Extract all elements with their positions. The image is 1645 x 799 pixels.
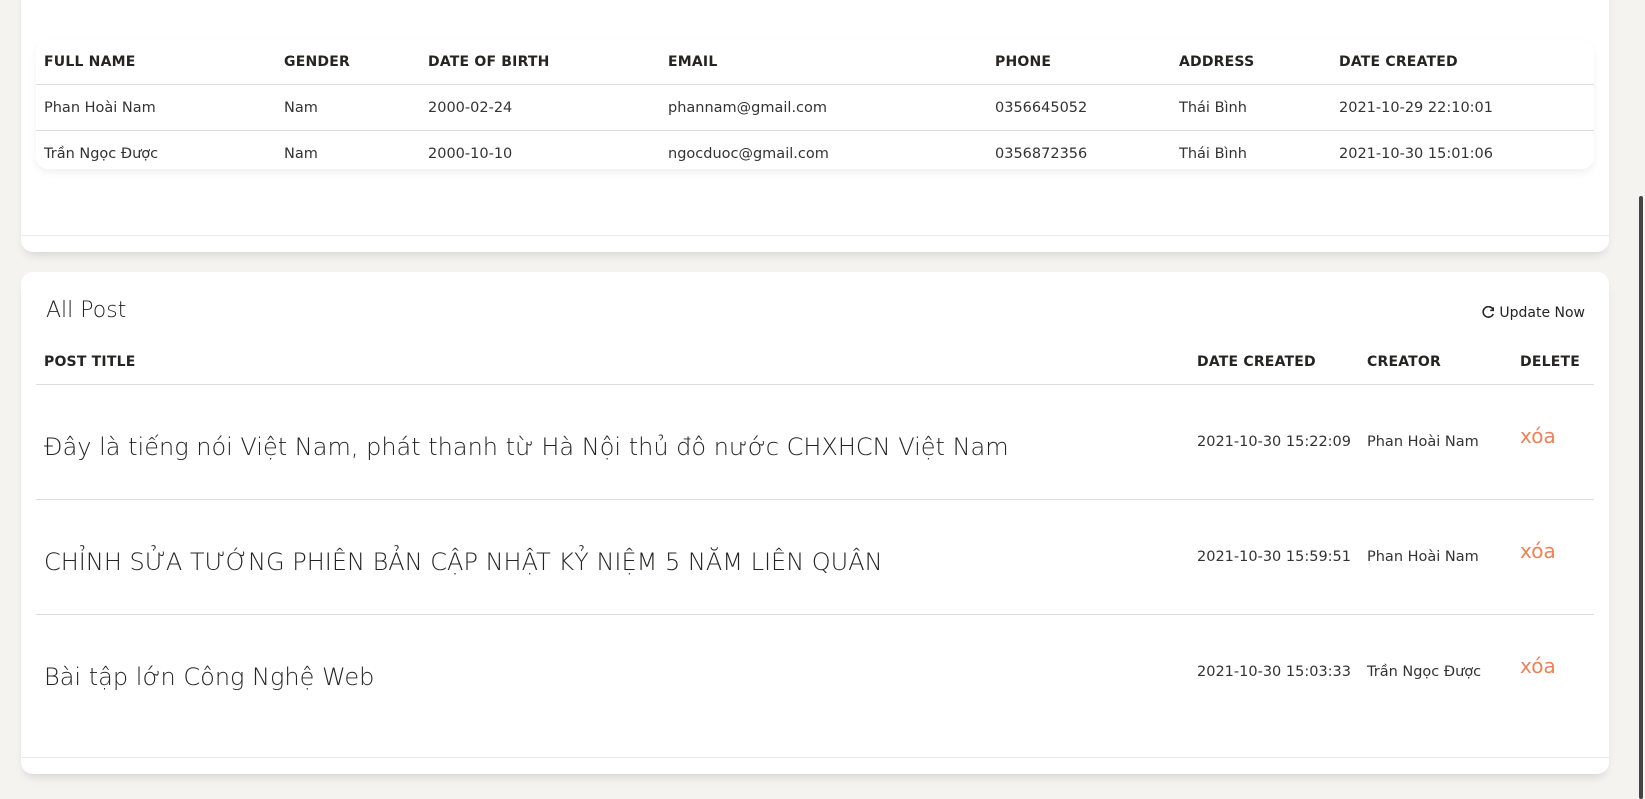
user-address: Thái Bình xyxy=(1171,84,1331,131)
column-header: DATE CREATED xyxy=(1189,340,1359,385)
post-date-created: 2021-10-30 15:22:09 xyxy=(1189,384,1359,500)
users-table-wrapper: FULL NAME GENDER DATE OF BIRTH EMAIL PHO… xyxy=(36,40,1594,169)
post-creator: Phan Hoài Nam xyxy=(1359,384,1512,500)
column-header: FULL NAME xyxy=(36,40,276,85)
post-creator: Trần Ngọc Được xyxy=(1367,664,1482,680)
column-header: POST TITLE xyxy=(36,340,1189,385)
delete-post-link[interactable]: xóa xyxy=(1520,539,1556,563)
user-full-name: Phan Hoài Nam xyxy=(36,84,276,131)
user-phone: 0356645052 xyxy=(987,84,1171,131)
post-date-created: 2021-10-30 15:59:51 xyxy=(1189,499,1359,615)
user-email: ngocduoc@gmail.com xyxy=(668,145,829,162)
user-address: Thái Bình xyxy=(1179,145,1247,162)
update-now-button[interactable]: Update Now xyxy=(1481,305,1585,321)
column-header: PHONE xyxy=(987,40,1171,85)
user-email: phannam@gmail.com xyxy=(660,84,987,131)
column-header: ADDRESS xyxy=(1171,40,1331,85)
users-table-header: FULL NAME GENDER DATE OF BIRTH EMAIL PHO… xyxy=(36,40,1594,85)
post-title: Đây là tiếng nói Việt Nam, phát thanh từ… xyxy=(36,384,1189,500)
table-row: Đây là tiếng nói Việt Nam, phát thanh từ… xyxy=(36,384,1594,500)
post-delete-cell: xóa xyxy=(1512,384,1594,500)
post-title: CHỈNH SỬA TƯỚNG PHIÊN BẢN CẬP NHẬT KỶ NI… xyxy=(36,499,1189,615)
table-row: Trần Ngọc Được Nam 2000-10-10 ngocduoc@g… xyxy=(36,131,1594,177)
user-dob: 2000-10-10 xyxy=(428,145,513,162)
posts-table: POST TITLE DATE CREATED CREATOR DELETE Đ… xyxy=(36,340,1594,729)
refresh-icon xyxy=(1482,306,1495,318)
delete-post-link[interactable]: xóa xyxy=(1520,424,1556,448)
card-title: All Post xyxy=(46,298,127,323)
delete-post-link[interactable]: xóa xyxy=(1520,654,1556,678)
post-date-created: 2021-10-30 15:03:33 xyxy=(1197,664,1351,680)
user-date-created: 2021-10-29 22:10:01 xyxy=(1331,84,1594,131)
posts-card: All Post Update Now POST TITLE DATE CREA… xyxy=(21,272,1609,774)
column-header: CREATOR xyxy=(1359,340,1512,385)
table-row: Phan Hoài Nam Nam 2000-02-24 phannam@gma… xyxy=(36,84,1594,131)
column-header: DELETE xyxy=(1512,340,1594,385)
post-creator: Phan Hoài Nam xyxy=(1359,499,1512,615)
column-header: DATE OF BIRTH xyxy=(420,40,660,85)
user-phone: 0356872356 xyxy=(995,145,1088,162)
scrollbar-track[interactable] xyxy=(1633,0,1645,799)
user-dob: 2000-02-24 xyxy=(420,84,660,131)
card-divider xyxy=(21,235,1609,236)
column-header: DATE CREATED xyxy=(1331,40,1594,85)
users-table: FULL NAME GENDER DATE OF BIRTH EMAIL PHO… xyxy=(36,40,1594,176)
user-full-name: Trần Ngọc Được xyxy=(44,145,159,162)
card-divider xyxy=(21,757,1609,758)
column-header: EMAIL xyxy=(660,40,987,85)
table-row: CHỈNH SỬA TƯỚNG PHIÊN BẢN CẬP NHẬT KỶ NI… xyxy=(36,499,1594,615)
scrollbar-thumb[interactable] xyxy=(1639,196,1643,799)
posts-table-header: POST TITLE DATE CREATED CREATOR DELETE xyxy=(36,340,1594,385)
users-card: FULL NAME GENDER DATE OF BIRTH EMAIL PHO… xyxy=(21,0,1609,252)
post-delete-cell: xóa xyxy=(1512,615,1594,730)
post-title: Bài tập lớn Công Nghệ Web xyxy=(44,663,375,691)
user-gender: Nam xyxy=(284,145,318,162)
posts-table-wrapper: POST TITLE DATE CREATED CREATOR DELETE Đ… xyxy=(36,340,1594,729)
update-now-label: Update Now xyxy=(1499,305,1585,321)
user-gender: Nam xyxy=(276,84,420,131)
column-header: GENDER xyxy=(276,40,420,85)
table-row: Bài tập lớn Công Nghệ Web 2021-10-30 15:… xyxy=(36,615,1594,730)
user-date-created: 2021-10-30 15:01:06 xyxy=(1339,145,1493,162)
post-delete-cell: xóa xyxy=(1512,499,1594,615)
